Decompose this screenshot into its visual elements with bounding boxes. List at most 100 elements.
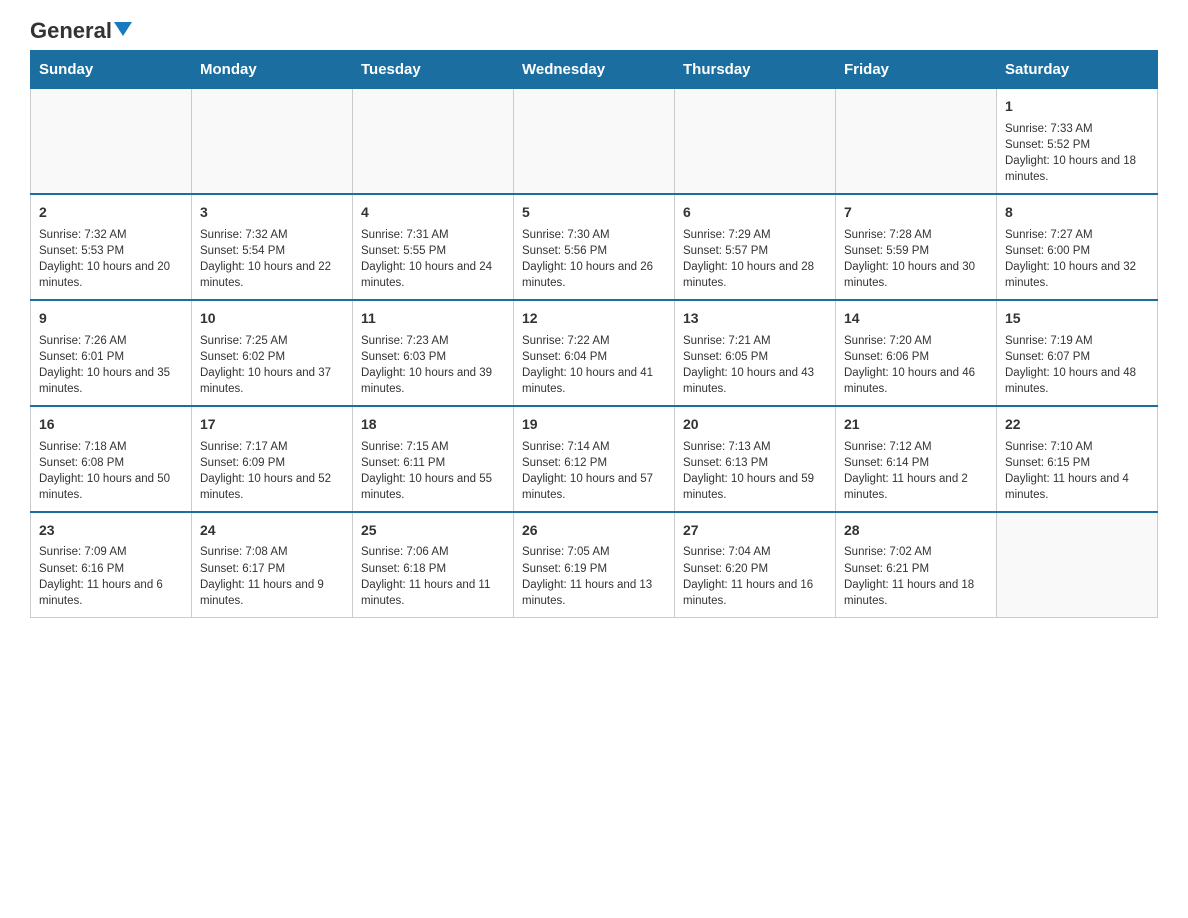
calendar-cell: 11 Sunrise: 7:23 AM Sunset: 6:03 PM Dayli…	[353, 300, 514, 406]
calendar-cell	[192, 89, 353, 194]
day-info: Sunrise: 7:28 AM Sunset: 5:59 PM Dayligh…	[844, 227, 988, 291]
day-number: 19	[522, 415, 666, 435]
calendar-cell	[31, 89, 192, 194]
day-number: 21	[844, 415, 988, 435]
calendar-cell	[675, 89, 836, 194]
logo-general: General	[30, 20, 112, 42]
page-header: General	[30, 20, 1158, 40]
calendar-cell: 2 Sunrise: 7:32 AM Sunset: 5:53 PM Daylig…	[31, 194, 192, 300]
calendar-cell: 13Sunrise: 7:21 AM Sunset: 6:05 PM Dayli…	[675, 300, 836, 406]
calendar-cell: 18 Sunrise: 7:15 AM Sunset: 6:11 PM Dayli…	[353, 406, 514, 512]
day-number: 22	[1005, 415, 1149, 435]
calendar-cell	[997, 512, 1158, 617]
day-number: 8	[1005, 203, 1149, 223]
day-number: 7	[844, 203, 988, 223]
calendar-week-row: 16 Sunrise: 7:18 AM Sunset: 6:08 PM Dayli…	[31, 406, 1158, 512]
logo-triangle-icon	[114, 22, 132, 36]
day-info: Sunrise: 7:33 AM Sunset: 5:52 PM Dayligh…	[1005, 121, 1149, 185]
day-number: 24	[200, 521, 344, 541]
calendar-cell: 27 Sunrise: 7:04 AM Sunset: 6:20 PM Dayli…	[675, 512, 836, 617]
calendar-header-thursday: Thursday	[675, 51, 836, 89]
day-info: Sunrise: 7:20 AM Sunset: 6:06 PM Dayligh…	[844, 333, 988, 397]
calendar-cell: 12 Sunrise: 7:22 AM Sunset: 6:04 PM Dayli…	[514, 300, 675, 406]
day-info: Sunrise: 7:18 AM Sunset: 6:08 PM Dayligh…	[39, 439, 183, 503]
day-info: Sunrise: 7:26 AM Sunset: 6:01 PM Dayligh…	[39, 333, 183, 397]
calendar-cell: 22 Sunrise: 7:10 AM Sunset: 6:15 PM Dayli…	[997, 406, 1158, 512]
day-info: Sunrise: 7:22 AM Sunset: 6:04 PM Dayligh…	[522, 333, 666, 397]
day-info: Sunrise: 7:29 AM Sunset: 5:57 PM Dayligh…	[683, 227, 827, 291]
calendar-header-monday: Monday	[192, 51, 353, 89]
calendar-cell: 19 Sunrise: 7:14 AM Sunset: 6:12 PM Dayli…	[514, 406, 675, 512]
day-info: Sunrise: 7:04 AM Sunset: 6:20 PM Dayligh…	[683, 544, 827, 608]
calendar-cell: 4Sunrise: 7:31 AM Sunset: 5:55 PM Daylig…	[353, 194, 514, 300]
calendar-cell: 3 Sunrise: 7:32 AM Sunset: 5:54 PM Daylig…	[192, 194, 353, 300]
calendar-week-row: 2 Sunrise: 7:32 AM Sunset: 5:53 PM Daylig…	[31, 194, 1158, 300]
day-info: Sunrise: 7:13 AM Sunset: 6:13 PM Dayligh…	[683, 439, 827, 503]
calendar-week-row: 23 Sunrise: 7:09 AM Sunset: 6:16 PM Dayli…	[31, 512, 1158, 617]
calendar-week-row: 9 Sunrise: 7:26 AM Sunset: 6:01 PM Daylig…	[31, 300, 1158, 406]
day-info: Sunrise: 7:15 AM Sunset: 6:11 PM Dayligh…	[361, 439, 505, 503]
logo: General	[30, 20, 132, 40]
calendar-cell: 1 Sunrise: 7:33 AM Sunset: 5:52 PM Daylig…	[997, 89, 1158, 194]
day-info: Sunrise: 7:25 AM Sunset: 6:02 PM Dayligh…	[200, 333, 344, 397]
day-number: 16	[39, 415, 183, 435]
day-number: 2	[39, 203, 183, 223]
day-info: Sunrise: 7:32 AM Sunset: 5:53 PM Dayligh…	[39, 227, 183, 291]
calendar-week-row: 1 Sunrise: 7:33 AM Sunset: 5:52 PM Daylig…	[31, 89, 1158, 194]
calendar-cell: 25Sunrise: 7:06 AM Sunset: 6:18 PM Dayli…	[353, 512, 514, 617]
calendar-cell: 17Sunrise: 7:17 AM Sunset: 6:09 PM Dayli…	[192, 406, 353, 512]
calendar-cell: 23 Sunrise: 7:09 AM Sunset: 6:16 PM Dayli…	[31, 512, 192, 617]
calendar-cell: 28 Sunrise: 7:02 AM Sunset: 6:21 PM Dayli…	[836, 512, 997, 617]
day-number: 28	[844, 521, 988, 541]
day-number: 18	[361, 415, 505, 435]
day-number: 1	[1005, 97, 1149, 117]
calendar-cell: 6 Sunrise: 7:29 AM Sunset: 5:57 PM Daylig…	[675, 194, 836, 300]
day-info: Sunrise: 7:10 AM Sunset: 6:15 PM Dayligh…	[1005, 439, 1149, 503]
calendar-cell: 16 Sunrise: 7:18 AM Sunset: 6:08 PM Dayli…	[31, 406, 192, 512]
day-info: Sunrise: 7:08 AM Sunset: 6:17 PM Dayligh…	[200, 544, 344, 608]
calendar-cell: 24 Sunrise: 7:08 AM Sunset: 6:17 PM Dayli…	[192, 512, 353, 617]
day-number: 14	[844, 309, 988, 329]
calendar-header-sunday: Sunday	[31, 51, 192, 89]
day-number: 26	[522, 521, 666, 541]
day-number: 12	[522, 309, 666, 329]
calendar-table: SundayMondayTuesdayWednesdayThursdayFrid…	[30, 50, 1158, 618]
calendar-cell: 8Sunrise: 7:27 AM Sunset: 6:00 PM Daylig…	[997, 194, 1158, 300]
calendar-cell	[514, 89, 675, 194]
day-info: Sunrise: 7:05 AM Sunset: 6:19 PM Dayligh…	[522, 544, 666, 608]
day-number: 3	[200, 203, 344, 223]
day-info: Sunrise: 7:23 AM Sunset: 6:03 PM Dayligh…	[361, 333, 505, 397]
day-number: 25	[361, 521, 505, 541]
day-number: 6	[683, 203, 827, 223]
day-number: 20	[683, 415, 827, 435]
calendar-cell: 26 Sunrise: 7:05 AM Sunset: 6:19 PM Dayli…	[514, 512, 675, 617]
calendar-cell: 21 Sunrise: 7:12 AM Sunset: 6:14 PM Dayli…	[836, 406, 997, 512]
day-number: 23	[39, 521, 183, 541]
day-info: Sunrise: 7:32 AM Sunset: 5:54 PM Dayligh…	[200, 227, 344, 291]
calendar-cell: 7 Sunrise: 7:28 AM Sunset: 5:59 PM Daylig…	[836, 194, 997, 300]
day-number: 4	[361, 203, 505, 223]
day-number: 10	[200, 309, 344, 329]
day-number: 13	[683, 309, 827, 329]
day-info: Sunrise: 7:02 AM Sunset: 6:21 PM Dayligh…	[844, 544, 988, 608]
day-info: Sunrise: 7:09 AM Sunset: 6:16 PM Dayligh…	[39, 544, 183, 608]
calendar-cell	[353, 89, 514, 194]
day-number: 11	[361, 309, 505, 329]
day-info: Sunrise: 7:12 AM Sunset: 6:14 PM Dayligh…	[844, 439, 988, 503]
day-info: Sunrise: 7:30 AM Sunset: 5:56 PM Dayligh…	[522, 227, 666, 291]
day-info: Sunrise: 7:19 AM Sunset: 6:07 PM Dayligh…	[1005, 333, 1149, 397]
calendar-cell: 9 Sunrise: 7:26 AM Sunset: 6:01 PM Daylig…	[31, 300, 192, 406]
day-number: 27	[683, 521, 827, 541]
calendar-header-tuesday: Tuesday	[353, 51, 514, 89]
calendar-cell	[836, 89, 997, 194]
calendar-header-wednesday: Wednesday	[514, 51, 675, 89]
day-number: 9	[39, 309, 183, 329]
calendar-header-friday: Friday	[836, 51, 997, 89]
day-info: Sunrise: 7:14 AM Sunset: 6:12 PM Dayligh…	[522, 439, 666, 503]
day-number: 5	[522, 203, 666, 223]
calendar-cell: 5 Sunrise: 7:30 AM Sunset: 5:56 PM Daylig…	[514, 194, 675, 300]
calendar-header-saturday: Saturday	[997, 51, 1158, 89]
day-number: 15	[1005, 309, 1149, 329]
calendar-cell: 15 Sunrise: 7:19 AM Sunset: 6:07 PM Dayli…	[997, 300, 1158, 406]
calendar-cell: 14 Sunrise: 7:20 AM Sunset: 6:06 PM Dayli…	[836, 300, 997, 406]
